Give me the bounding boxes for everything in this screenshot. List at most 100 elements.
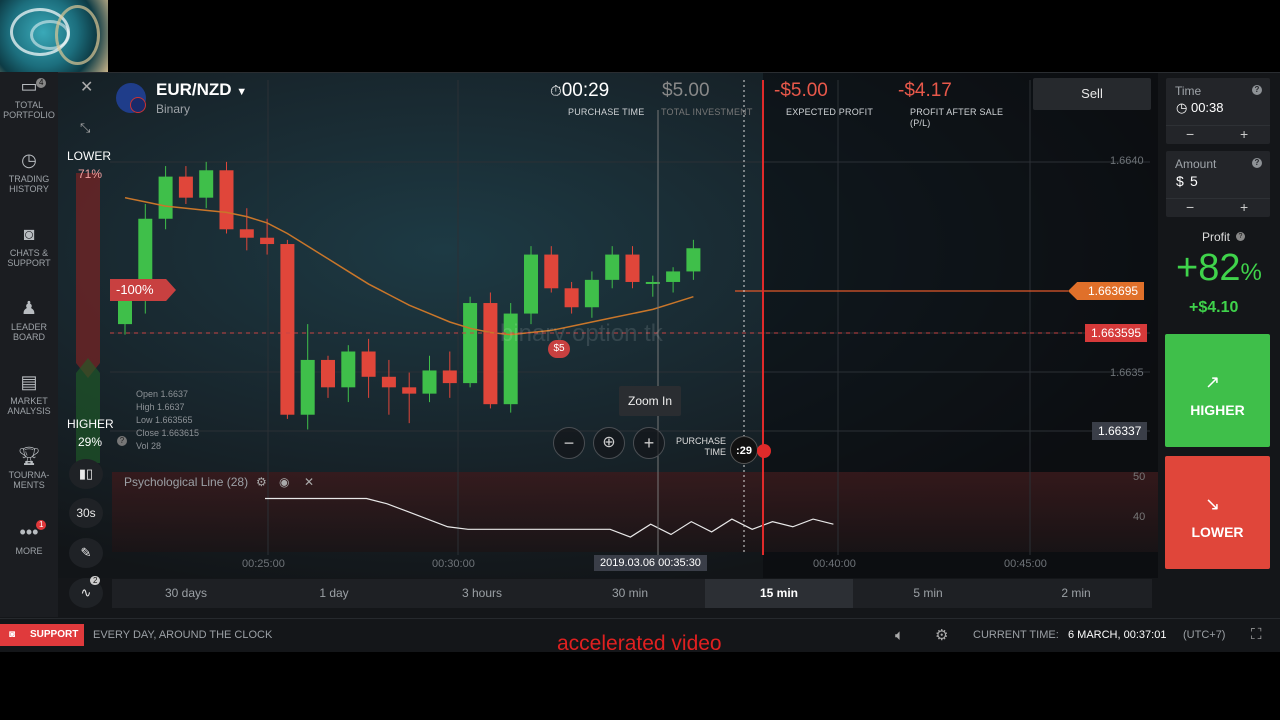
help-icon[interactable]: ? bbox=[1236, 232, 1245, 241]
candle-up bbox=[463, 303, 478, 384]
cursor-price-tag: 1.66337 bbox=[1092, 422, 1148, 440]
timeframe-30-min[interactable]: 30 min bbox=[556, 579, 704, 608]
support-text: EVERY DAY, AROUND THE CLOCK bbox=[93, 629, 273, 641]
eye-icon[interactable]: ◉ bbox=[279, 475, 289, 489]
higher-button[interactable]: ↗ HIGHER bbox=[1165, 334, 1270, 447]
zoom-tooltip: Zoom In bbox=[619, 386, 681, 416]
settings-gear-icon[interactable]: ⚙ bbox=[935, 626, 948, 644]
ohlc-high: High 1.6637 bbox=[136, 402, 185, 412]
candle-down bbox=[219, 170, 234, 230]
candle-down bbox=[402, 387, 417, 394]
time-increase-button[interactable]: + bbox=[1240, 126, 1248, 142]
investment-label: TOTAL INVESTMENT bbox=[661, 107, 753, 117]
ohlc-open: Open 1.6637 bbox=[136, 389, 189, 399]
support-button[interactable]: ◙ SUPPORT bbox=[0, 624, 84, 646]
time-axis-label: 00:25:00 bbox=[242, 558, 285, 570]
candle-up bbox=[341, 351, 356, 388]
time-axis-label: 00:40:00 bbox=[813, 558, 856, 570]
candle-down bbox=[381, 376, 396, 388]
chat-icon: ◙ bbox=[9, 629, 16, 640]
timeframe-30-days[interactable]: 30 days bbox=[112, 579, 260, 608]
timeframe-2-min[interactable]: 2 min bbox=[1002, 579, 1150, 608]
candle-up bbox=[422, 370, 437, 394]
higher-sentiment-label: HIGHER bbox=[67, 417, 114, 431]
amount-decrease-button[interactable]: − bbox=[1186, 199, 1194, 215]
expiry-flag-icon bbox=[757, 444, 771, 458]
timeframe-3-hours[interactable]: 3 hours bbox=[408, 579, 556, 608]
profit-label: Profit bbox=[1202, 230, 1231, 244]
amount-value[interactable]: 5 bbox=[1190, 173, 1198, 189]
expected-profit-value: -$5.00 bbox=[774, 80, 828, 101]
candle-up bbox=[158, 176, 173, 219]
purchase-time-value: 00:29 bbox=[561, 80, 610, 101]
indicator-label: Psychological Line (28) bbox=[124, 475, 249, 489]
clock-icon: ◷ bbox=[1176, 100, 1188, 115]
recenter-button[interactable]: ⊕ bbox=[593, 427, 625, 459]
chevron-down-icon: ▼ bbox=[236, 86, 248, 98]
purchase-time-label: PURCHASE TIME bbox=[568, 107, 645, 117]
sound-icon[interactable]: 🔈︎ bbox=[895, 627, 904, 644]
higher-sentiment-pct: 29% bbox=[78, 435, 103, 449]
video-caption: accelerated video bbox=[557, 632, 722, 655]
time-value: ◷ 00:38 bbox=[1176, 100, 1224, 116]
lower-button-label: LOWER bbox=[1191, 524, 1244, 540]
amount-increase-button[interactable]: + bbox=[1240, 199, 1248, 215]
close-icon[interactable]: ✕ bbox=[80, 80, 96, 96]
candle-up bbox=[605, 254, 620, 280]
minus-icon: − bbox=[563, 433, 575, 453]
asset-selector[interactable]: EUR/NZD ▼ bbox=[156, 80, 247, 100]
time-decrease-button[interactable]: − bbox=[1186, 126, 1194, 142]
collapse-icon[interactable]: ⤡ bbox=[80, 120, 96, 136]
eur-nzd-flag-icon bbox=[116, 83, 146, 113]
trend-down-icon: ↘ bbox=[1205, 494, 1221, 514]
timeframe-1-day[interactable]: 1 day bbox=[260, 579, 408, 608]
profit-amount: +$4.10 bbox=[1189, 299, 1239, 316]
candle-down bbox=[260, 237, 275, 245]
indicators-icon: ∿ bbox=[80, 585, 92, 600]
time-axis-label: 00:30:00 bbox=[432, 558, 475, 570]
ohlc-close: Close 1.663615 bbox=[136, 428, 200, 438]
support-label: SUPPORT bbox=[30, 629, 79, 640]
candle-down bbox=[239, 229, 254, 238]
candle-type-button[interactable]: ▮▯ bbox=[69, 459, 103, 489]
ohlc-low: Low 1.663565 bbox=[136, 415, 193, 425]
help-icon[interactable]: ? bbox=[1252, 158, 1262, 168]
price-axis-label: 1.6635 bbox=[1110, 367, 1144, 379]
candles-icon: ▮▯ bbox=[78, 466, 94, 481]
current-time-label: CURRENT TIME: bbox=[973, 629, 1059, 641]
gear-icon[interactable]: ⚙ bbox=[256, 475, 267, 489]
draw-tool-button[interactable]: ✎ bbox=[69, 538, 103, 568]
crosshair-icon: ⊕ bbox=[602, 434, 616, 451]
help-icon[interactable]: ? bbox=[117, 436, 127, 446]
candle-up bbox=[199, 170, 214, 198]
time-label: Time bbox=[1175, 84, 1202, 98]
higher-button-label: HIGHER bbox=[1190, 402, 1245, 418]
zoom-out-button[interactable]: − bbox=[553, 427, 585, 459]
candle-down bbox=[280, 244, 295, 415]
amount-selector[interactable]: Amount ? $ 5 − + bbox=[1166, 151, 1270, 217]
plus-icon: + bbox=[643, 433, 655, 453]
psychological-line bbox=[265, 497, 834, 538]
after-sale-value: -$4.17 bbox=[898, 80, 952, 101]
time-selector[interactable]: Time ? ◷ 00:38 − + bbox=[1166, 78, 1270, 144]
candle-up bbox=[584, 279, 599, 308]
current-time-value: 6 MARCH, 00:37:01 bbox=[1068, 629, 1167, 641]
after-sale-label: PROFIT AFTER SALE (P/L) bbox=[910, 107, 1004, 128]
current-price-tag: 1.663595 bbox=[1085, 324, 1148, 342]
timeframe-5-min[interactable]: 5 min bbox=[854, 579, 1002, 608]
pencil-icon: ✎ bbox=[80, 545, 92, 560]
fullscreen-icon[interactable]: ⛶ bbox=[1251, 626, 1262, 643]
lower-button[interactable]: ↘ LOWER bbox=[1165, 456, 1270, 569]
close-icon[interactable]: ✕ bbox=[304, 475, 314, 489]
help-icon[interactable]: ? bbox=[1252, 85, 1262, 95]
asset-name: EUR/NZD bbox=[156, 80, 232, 99]
candle-down bbox=[483, 303, 498, 405]
lower-sentiment-label: LOWER bbox=[67, 149, 112, 163]
sell-button[interactable]: Sell bbox=[1033, 78, 1151, 110]
expected-profit-label: EXPECTED PROFIT bbox=[786, 107, 874, 117]
interval-button[interactable]: 30s bbox=[69, 498, 103, 528]
zoom-in-button[interactable]: + bbox=[633, 427, 665, 459]
candle-up bbox=[686, 248, 701, 272]
timeframe-15-min[interactable]: 15 min bbox=[705, 579, 853, 608]
timer-icon: ⏱ bbox=[550, 83, 562, 100]
